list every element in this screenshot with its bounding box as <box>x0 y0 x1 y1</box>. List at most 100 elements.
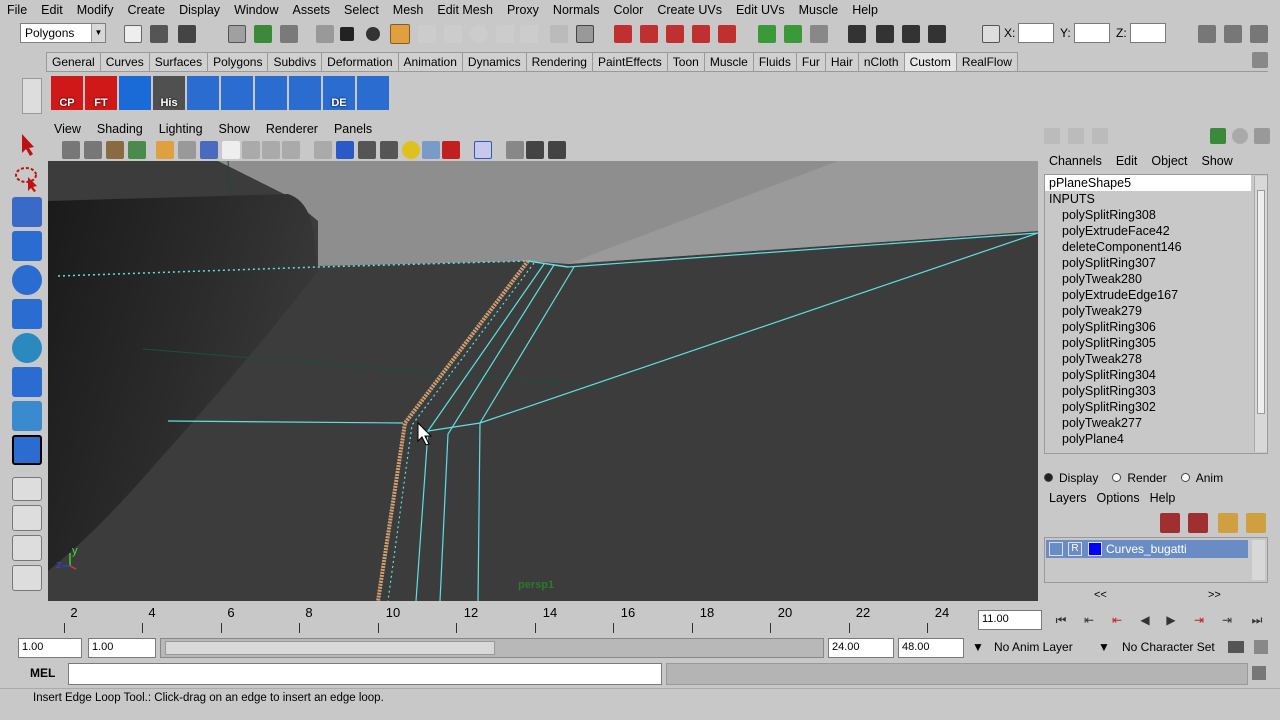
smooth-shade-icon[interactable] <box>336 141 354 159</box>
select-edge-icon[interactable] <box>390 24 410 44</box>
display-radio[interactable]: Display <box>1044 471 1098 485</box>
isolate-select-icon[interactable] <box>474 141 492 159</box>
select-curve-icon[interactable] <box>444 25 462 43</box>
construction-history-icon[interactable] <box>810 25 828 43</box>
layer-render-toggle[interactable]: R <box>1068 542 1082 556</box>
safe-title-icon[interactable] <box>282 141 300 159</box>
textured-icon[interactable] <box>380 141 398 159</box>
start-time-field[interactable]: 1.00 <box>18 638 82 658</box>
shelf-button-his[interactable]: His <box>153 76 185 110</box>
animation-prefs-icon[interactable] <box>1254 640 1268 654</box>
shelf-tab[interactable]: Polygons <box>207 52 269 71</box>
edit-menu[interactable]: Edit <box>1109 154 1145 168</box>
input-node[interactable]: polySplitRing306 <box>1045 319 1267 335</box>
input-node[interactable]: polySplitRing302 <box>1045 399 1267 415</box>
shelf-tab[interactable]: General <box>46 52 101 71</box>
shadows-icon[interactable] <box>422 141 440 159</box>
channel-box-tab-icon[interactable] <box>1044 128 1060 144</box>
auto-key-icon[interactable] <box>1228 641 1244 653</box>
save-scene-icon[interactable] <box>178 25 196 43</box>
step-back-key-icon[interactable]: ⇤ <box>1078 610 1100 630</box>
character-set-chevron-icon[interactable]: ▼ <box>1098 640 1110 654</box>
shelf-button-ft[interactable]: FT <box>85 76 117 110</box>
shelf-tab[interactable]: PaintEffects <box>591 52 668 71</box>
select-misc-icon[interactable] <box>520 25 538 43</box>
image-plane-icon[interactable] <box>128 141 146 159</box>
shelf-tab-active[interactable]: Custom <box>903 52 957 71</box>
lasso-tool-icon[interactable] <box>12 163 42 193</box>
shelf-button-de[interactable]: DE <box>323 76 355 110</box>
shelf-tab[interactable]: Subdivs <box>267 52 323 71</box>
input-node[interactable]: polySplitRing307 <box>1045 255 1267 271</box>
shelf-tab[interactable]: Deformation <box>321 52 399 71</box>
shelf-menu-icon[interactable] <box>22 78 42 114</box>
manipulator-icon[interactable] <box>1210 128 1226 144</box>
universal-manipulator-icon[interactable] <box>12 333 42 363</box>
new-layer-selected-icon[interactable] <box>1246 513 1266 533</box>
input-node[interactable]: polyExtrudeFace42 <box>1045 223 1267 239</box>
step-forward-frame-icon[interactable]: ⇥ <box>1188 610 1210 630</box>
new-scene-icon[interactable] <box>124 25 142 43</box>
make-live-icon[interactable] <box>718 25 736 43</box>
panel-menu-renderer[interactable]: Renderer <box>258 122 326 136</box>
shelf-button-plane[interactable] <box>221 76 253 110</box>
speed-icon[interactable] <box>1232 128 1248 144</box>
end-time-field[interactable]: 48.00 <box>898 638 964 658</box>
range-slider-track[interactable] <box>160 638 824 658</box>
layer-name[interactable]: Curves_bugatti <box>1106 542 1187 556</box>
xray-icon[interactable] <box>442 141 460 159</box>
soft-modification-icon[interactable] <box>12 367 42 397</box>
step-forward-key-icon[interactable]: ⇥ <box>1216 610 1238 630</box>
input-node[interactable]: polySplitRing305 <box>1045 335 1267 351</box>
object-menu[interactable]: Object <box>1144 154 1194 168</box>
panel-menu-show[interactable]: Show <box>211 122 258 136</box>
input-node[interactable]: polyTweak277 <box>1045 415 1267 431</box>
step-back-frame-icon[interactable]: ⇤ <box>1106 610 1128 630</box>
script-type-label[interactable]: MEL <box>30 666 55 680</box>
layer-scrollbar[interactable] <box>1252 540 1265 580</box>
layer-visibility-toggle[interactable] <box>1049 542 1063 556</box>
shelf-button-outliner[interactable] <box>119 76 151 110</box>
range-slider-bar[interactable] <box>165 641 495 655</box>
snap-grid-icon[interactable] <box>614 25 632 43</box>
panel-menu-shading[interactable]: Shading <box>89 122 151 136</box>
menu-create[interactable]: Create <box>121 3 173 17</box>
show-manipulator-icon[interactable] <box>12 401 42 431</box>
insert-edge-loop-tool-icon[interactable] <box>12 435 42 465</box>
render-view-icon[interactable] <box>848 25 866 43</box>
channel-layer-tab-icon[interactable] <box>1092 128 1108 144</box>
panel-menu-view[interactable]: View <box>46 122 89 136</box>
select-surface-icon[interactable] <box>470 25 488 43</box>
shelf-tab[interactable]: Toon <box>666 52 705 71</box>
safe-action-icon[interactable] <box>262 141 280 159</box>
script-editor-icon[interactable] <box>1252 666 1266 680</box>
shelf-button-cp[interactable]: CP <box>51 76 83 110</box>
menu-edit[interactable]: Edit <box>34 3 70 17</box>
current-time-field[interactable]: 11.00 <box>978 610 1042 630</box>
anim-layer-label[interactable]: No Anim Layer <box>994 640 1073 654</box>
layer-scroll-right[interactable]: >> <box>1208 589 1221 601</box>
object-name[interactable]: pPlaneShape5 <box>1045 175 1251 191</box>
character-set-label[interactable]: No Character Set <box>1122 640 1215 654</box>
lock-selection-icon[interactable] <box>550 25 568 43</box>
show-menu[interactable]: Show <box>1195 154 1240 168</box>
menu-muscle[interactable]: Muscle <box>792 3 846 17</box>
scale-tool-icon[interactable] <box>12 299 42 329</box>
shelf-tab[interactable]: Hair <box>824 52 859 71</box>
play-backwards-icon[interactable]: ◀ <box>1134 610 1156 630</box>
shelf-tab[interactable]: Fluids <box>752 52 797 71</box>
move-tool-icon[interactable] <box>12 231 42 261</box>
anim-layer-chevron-icon[interactable]: ▼ <box>972 640 984 654</box>
output-connections-icon[interactable] <box>784 25 802 43</box>
layer-editor-tab-icon[interactable] <box>1068 128 1084 144</box>
graph-layout-icon[interactable] <box>12 565 42 591</box>
select-hierarchy-icon[interactable] <box>228 25 246 43</box>
rotate-tool-icon[interactable] <box>12 265 42 295</box>
menu-help[interactable]: Help <box>845 3 885 17</box>
menu-edit-uvs[interactable]: Edit UVs <box>729 3 792 17</box>
menu-select[interactable]: Select <box>337 3 386 17</box>
input-node[interactable]: polySplitRing308 <box>1045 207 1267 223</box>
render-radio[interactable]: Render <box>1112 471 1167 485</box>
tool-settings-icon[interactable] <box>1224 25 1242 43</box>
wireframe-on-shaded-icon[interactable] <box>358 141 376 159</box>
